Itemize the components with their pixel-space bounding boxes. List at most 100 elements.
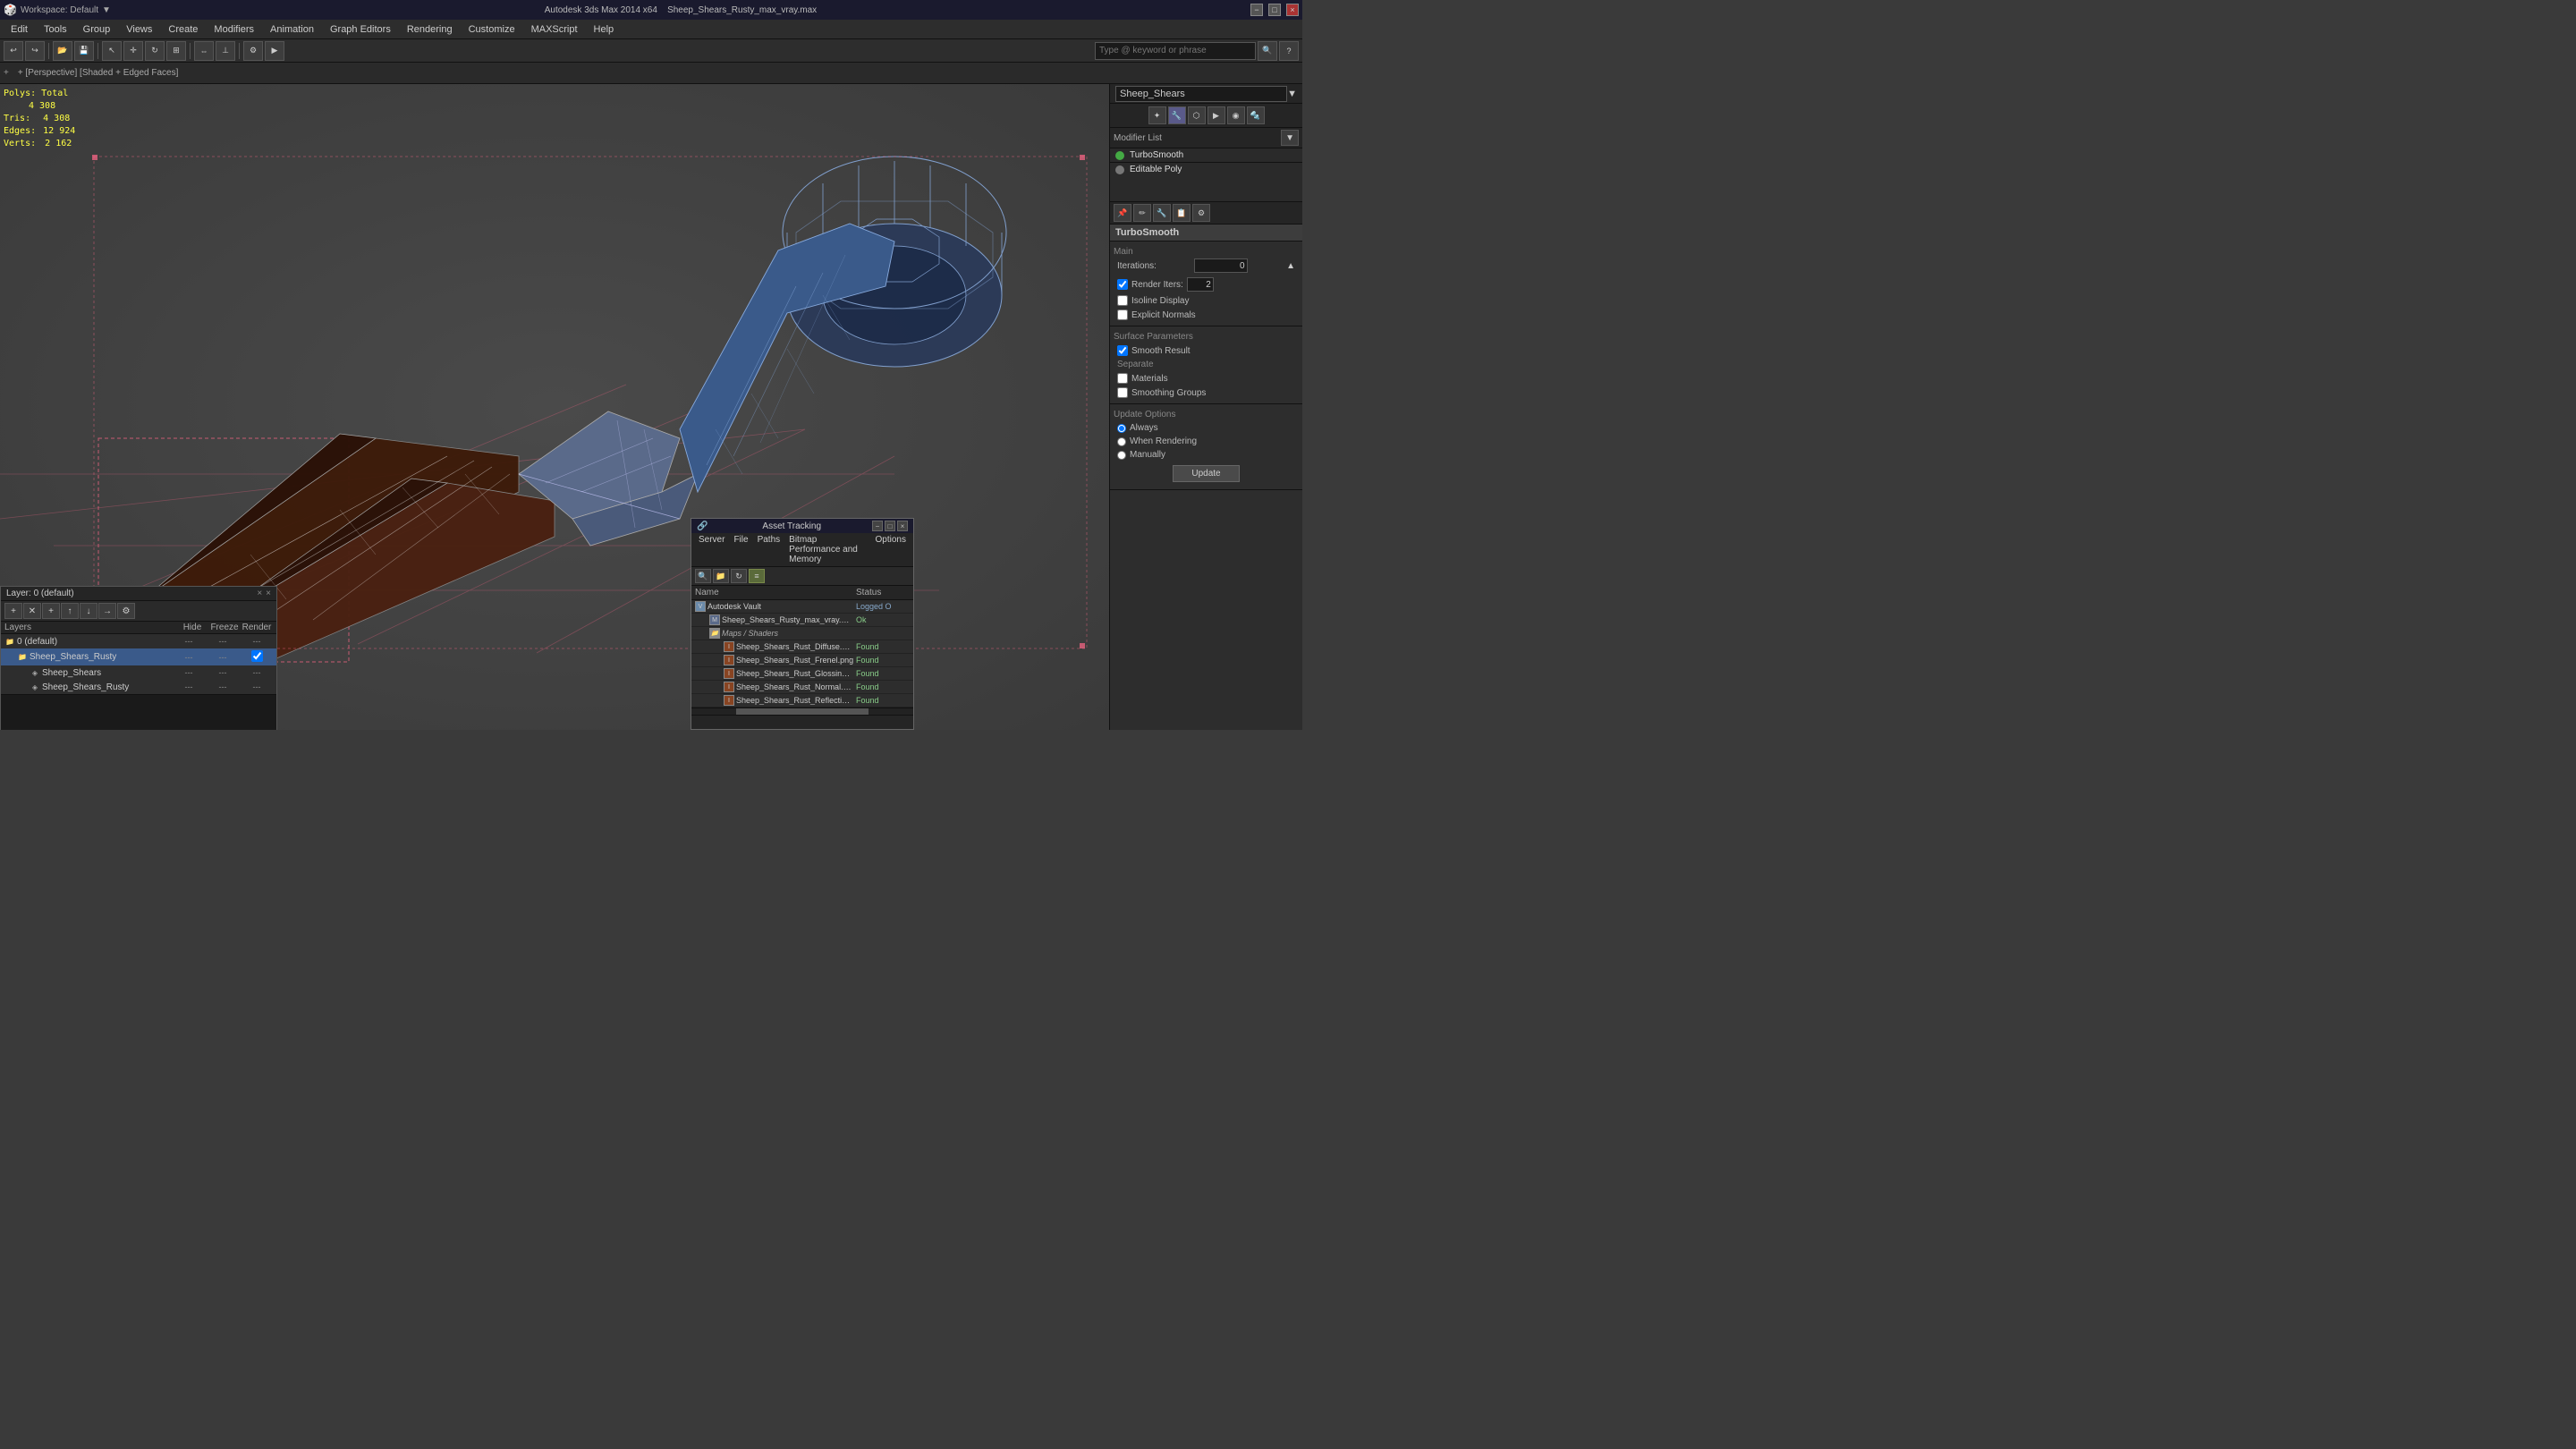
asset-minimize-button[interactable]: −	[872, 521, 883, 531]
smoothing-groups-checkbox[interactable]	[1117, 387, 1128, 398]
menu-maxscript[interactable]: MAXScript	[524, 22, 585, 37]
layer-delete-button[interactable]: ✕	[23, 603, 41, 619]
layer-row-2[interactable]: ◈ Sheep_Shears --- --- ---	[1, 665, 276, 680]
menu-views[interactable]: Views	[119, 22, 159, 37]
mirror-button[interactable]: ⇔	[194, 41, 214, 61]
select-button[interactable]: ↖	[102, 41, 122, 61]
layer-render-checkbox-1[interactable]	[251, 650, 263, 662]
align-button[interactable]: ⊥	[216, 41, 235, 61]
asset-scrollbar[interactable]	[691, 708, 913, 715]
layer-row-3[interactable]: ◈ Sheep_Shears_Rusty --- --- ---	[1, 680, 276, 694]
explicit-normals-checkbox[interactable]	[1117, 309, 1128, 320]
viewport[interactable]: Polys: Total 4 308 Tris: 4 308 Edges: 12…	[0, 84, 1109, 730]
rotate-button[interactable]: ↻	[145, 41, 165, 61]
update-button[interactable]: Update	[1173, 465, 1239, 482]
menu-group[interactable]: Group	[76, 22, 118, 37]
move-button[interactable]: ✛	[123, 41, 143, 61]
asset-menu-paths[interactable]: Paths	[754, 535, 784, 564]
asset-row-normal[interactable]: I Sheep_Shears_Rust_Normal.png Found	[691, 681, 913, 694]
menu-graph-editors[interactable]: Graph Editors	[323, 22, 398, 37]
when-rendering-radio[interactable]	[1117, 437, 1126, 446]
save-button[interactable]: 💾	[74, 41, 94, 61]
materials-checkbox[interactable]	[1117, 373, 1128, 384]
panel-icon-utilities[interactable]: 🔩	[1247, 106, 1265, 124]
modifier-editablepoly-row[interactable]: Editable Poly	[1110, 163, 1302, 176]
object-name-input[interactable]	[1115, 86, 1287, 102]
layer-row-1[interactable]: 📁 Sheep_Shears_Rusty --- ---	[1, 648, 276, 665]
asset-panel-controls: − □ ×	[872, 521, 908, 531]
stack-configure-button[interactable]: ✏	[1133, 204, 1151, 222]
manually-radio[interactable]	[1117, 451, 1126, 460]
asset-close-button[interactable]: ×	[897, 521, 908, 531]
stack-pin-button[interactable]: 📌	[1114, 204, 1131, 222]
asset-restore-button[interactable]: □	[885, 521, 895, 531]
asset-status-diffuse: Found	[856, 642, 910, 651]
panel-icon-display[interactable]: ◉	[1227, 106, 1245, 124]
panel-icon-create[interactable]: ✦	[1148, 106, 1166, 124]
asset-btn-3[interactable]: ↻	[731, 569, 747, 583]
asset-row-vault[interactable]: V Autodesk Vault Logged O	[691, 600, 913, 614]
asset-btn-2[interactable]: 📁	[713, 569, 729, 583]
asset-row-maps[interactable]: 📁 Maps / Shaders	[691, 627, 913, 640]
asset-btn-list[interactable]: ≡	[749, 569, 765, 583]
asset-scrollbar-thumb[interactable]	[736, 708, 869, 715]
menu-rendering[interactable]: Rendering	[400, 22, 460, 37]
menu-modifiers[interactable]: Modifiers	[207, 22, 261, 37]
menu-animation[interactable]: Animation	[263, 22, 321, 37]
isoline-checkbox[interactable]	[1117, 295, 1128, 306]
minimize-button[interactable]: −	[1250, 4, 1263, 16]
menu-customize[interactable]: Customize	[462, 22, 522, 37]
panel-icon-hierarchy[interactable]: ⬡	[1188, 106, 1206, 124]
layer-up-button[interactable]: ↑	[61, 603, 79, 619]
scale-button[interactable]: ⊞	[166, 41, 186, 61]
stack-delete-button[interactable]: 🔧	[1153, 204, 1171, 222]
layer-row-0[interactable]: 📁 0 (default) --- --- ---	[1, 634, 276, 648]
asset-row-frenel[interactable]: I Sheep_Shears_Rust_Frenel.png Found	[691, 654, 913, 667]
asset-menu-bitmap[interactable]: Bitmap Performance and Memory	[785, 535, 869, 564]
modifier-dropdown-button[interactable]: ▼	[1281, 130, 1299, 146]
stack-copy-button[interactable]: 📋	[1173, 204, 1191, 222]
search-input[interactable]	[1095, 42, 1256, 60]
menu-edit[interactable]: Edit	[4, 22, 35, 37]
iterations-input[interactable]	[1194, 258, 1248, 273]
asset-row-glossiness[interactable]: I Sheep_Shears_Rust_Glossiness.png Found	[691, 667, 913, 681]
layer-down-button[interactable]: ↓	[80, 603, 97, 619]
render-setup-button[interactable]: ⚙	[243, 41, 263, 61]
stack-paste-button[interactable]: ⚙	[1192, 204, 1210, 222]
update-options-section: Update Options Always When Rendering Man…	[1110, 404, 1302, 490]
layer-add-button[interactable]: +	[4, 603, 22, 619]
turbosmooth-header[interactable]: TurboSmooth	[1110, 225, 1302, 242]
asset-menu-options[interactable]: Options	[872, 535, 910, 564]
render-iters-checkbox[interactable]	[1117, 279, 1128, 290]
iterations-spinner-up[interactable]: ▲	[1286, 261, 1295, 271]
modifier-turbosmooth-row[interactable]: TurboSmooth	[1110, 148, 1302, 163]
render-iters-input[interactable]	[1187, 277, 1214, 292]
always-radio[interactable]	[1117, 424, 1126, 433]
smooth-result-checkbox[interactable]	[1117, 345, 1128, 356]
maximize-button[interactable]: □	[1268, 4, 1281, 16]
asset-row-maxfile[interactable]: M Sheep_Shears_Rusty_max_vray.max Ok	[691, 614, 913, 627]
search-icon-button[interactable]: 🔍	[1258, 41, 1277, 61]
panel-icon-motion[interactable]: ▶	[1208, 106, 1225, 124]
redo-button[interactable]: ↪	[25, 41, 45, 61]
menu-help[interactable]: Help	[587, 22, 622, 37]
undo-button[interactable]: ↩	[4, 41, 23, 61]
panel-icon-modify[interactable]: 🔧	[1168, 106, 1186, 124]
open-button[interactable]: 📂	[53, 41, 72, 61]
asset-row-diffuse[interactable]: I Sheep_Shears_Rust_Diffuse.png Found	[691, 640, 913, 654]
layer-expand-button[interactable]: +	[42, 603, 60, 619]
layer-panel-question[interactable]: ×	[257, 589, 262, 598]
asset-btn-1[interactable]: 🔍	[695, 569, 711, 583]
menu-create[interactable]: Create	[161, 22, 205, 37]
menu-tools[interactable]: Tools	[37, 22, 74, 37]
asset-menu-server[interactable]: Server	[695, 535, 728, 564]
asset-row-reflection[interactable]: I Sheep_Shears_Rust_Reflection.png Found	[691, 694, 913, 708]
help-button[interactable]: ?	[1279, 41, 1299, 61]
close-button[interactable]: ×	[1286, 4, 1299, 16]
layer-settings-button[interactable]: ⚙	[117, 603, 135, 619]
asset-menu-file[interactable]: File	[730, 535, 751, 564]
render-button[interactable]: ▶	[265, 41, 284, 61]
render-iters-label: Render Iters:	[1131, 280, 1183, 290]
layer-move-button[interactable]: →	[98, 603, 116, 619]
layer-panel-close[interactable]: ×	[266, 589, 271, 598]
